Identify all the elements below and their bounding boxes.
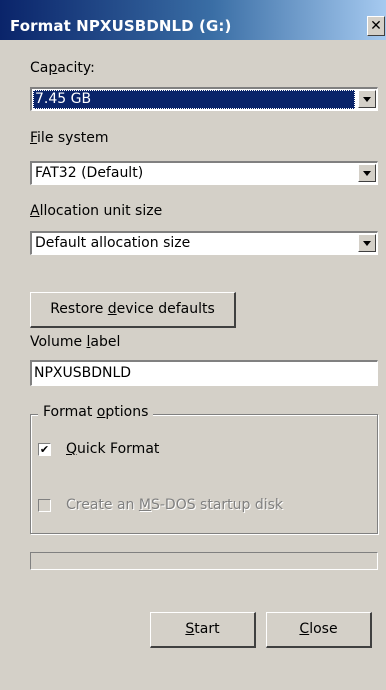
format-options-title: Format options (38, 404, 154, 420)
checkmark-icon: ✔ (39, 443, 50, 456)
start-button[interactable]: Start (150, 612, 256, 648)
allocation-unit-label: Allocation unit size (30, 203, 163, 219)
msdos-startup-label: Create an MS-DOS startup disk (66, 497, 284, 513)
restore-defaults-button[interactable]: Restore device defaults (30, 292, 236, 328)
window-title: Format NPXUSBDNLD (G:) (10, 17, 232, 35)
allocation-unit-value: Default allocation size (35, 235, 191, 251)
capacity-value: 7.45 GB (33, 90, 355, 109)
title-bar[interactable]: Format NPXUSBDNLD (G:) ✕ (0, 0, 386, 40)
close-button[interactable]: Close (266, 612, 372, 648)
format-progress-bar (30, 552, 378, 570)
quick-format-label[interactable]: Quick Format (66, 441, 159, 457)
format-options-group (30, 414, 378, 534)
chevron-down-icon[interactable] (358, 164, 376, 182)
allocation-unit-select[interactable]: Default allocation size (30, 231, 378, 255)
chevron-down-icon[interactable] (358, 90, 376, 108)
close-window-button[interactable]: ✕ (367, 16, 385, 36)
file-system-value: FAT32 (Default) (35, 165, 144, 181)
file-system-select[interactable]: FAT32 (Default) (30, 161, 378, 185)
volume-label-label: Volume label (30, 334, 121, 350)
msdos-startup-checkbox (38, 499, 51, 512)
capacity-label: Capacity: (30, 60, 95, 76)
capacity-select[interactable]: 7.45 GB (30, 87, 378, 111)
quick-format-checkbox[interactable]: ✔ (38, 443, 51, 456)
volume-label-input[interactable]: NPXUSBDNLD (30, 360, 378, 386)
file-system-label: File system (30, 130, 109, 146)
chevron-down-icon[interactable] (358, 234, 376, 252)
close-icon: ✕ (370, 18, 382, 34)
